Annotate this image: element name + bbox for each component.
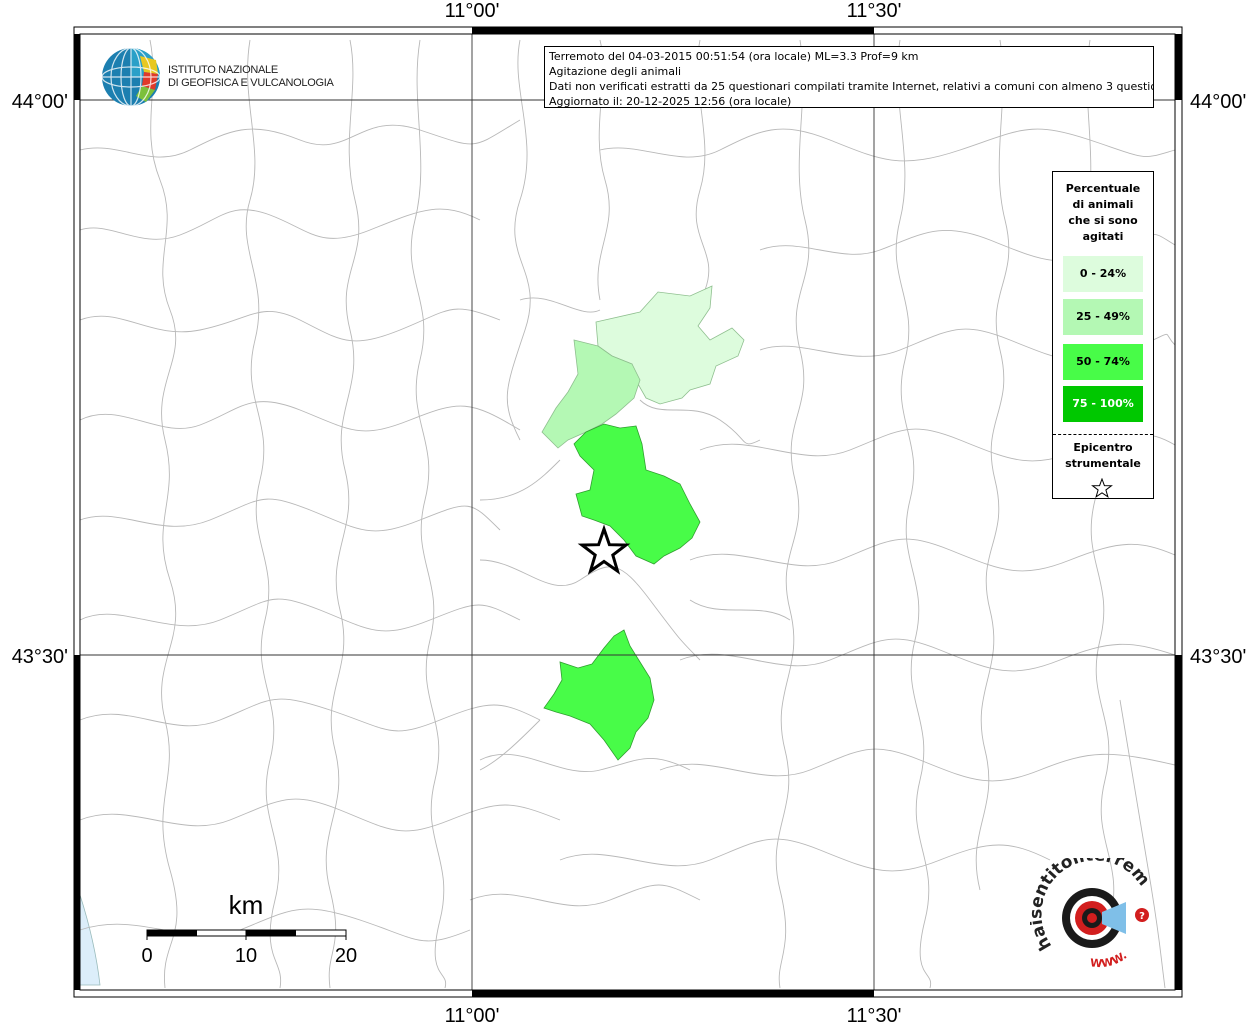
legend-class-75-100: 75 - 100% <box>1063 386 1143 422</box>
lat-label-right-top: 44°00' <box>1190 91 1246 113</box>
map-subject: Agitazione degli animali <box>549 65 682 78</box>
ingv-logo-line1: ISTITUTO NAZIONALE <box>168 64 278 76</box>
legend: Percentuale di animali che si sono agita… <box>1052 171 1154 499</box>
legend-class-50-74: 50 - 74% <box>1063 344 1143 380</box>
globe-icon <box>101 47 161 107</box>
haisentito-www: WWW. <box>1090 949 1130 970</box>
svg-text:?: ? <box>1139 911 1145 922</box>
legend-epicenter-label: Epicentro strumentale <box>1065 441 1141 470</box>
ingv-logo: ISTITUTO NAZIONALE DI GEOFISICA E VULCAN… <box>100 46 334 112</box>
lat-label-left-bottom: 43°30' <box>12 646 68 668</box>
ingv-logo-line2: DI GEOFISICA E VULCANOLOGIA <box>168 77 334 89</box>
lat-label-right-bottom: 43°30' <box>1190 646 1246 668</box>
data-note: Dati non verificati estratti da 25 quest… <box>549 80 1154 93</box>
legend-star-icon <box>1091 478 1113 498</box>
scale-tick-20: 20 <box>335 945 357 967</box>
lon-label-top-left: 11°00' <box>445 0 500 22</box>
lon-label-bottom-left: 11°00' <box>445 1005 500 1024</box>
scale-tick-10: 10 <box>235 945 257 967</box>
event-title: Terremoto del 04-03-2015 00:51:54 (ora l… <box>549 50 919 63</box>
lon-label-top-right: 11°30' <box>847 0 902 22</box>
legend-divider <box>1053 434 1153 435</box>
lon-label-bottom-right: 11°30' <box>847 1005 902 1024</box>
haisentito-logo: haisentitoilterremoto.it WWW. ? <box>1024 843 1170 988</box>
lat-label-left-top: 44°00' <box>12 91 68 113</box>
event-info-box: Terremoto del 04-03-2015 00:51:54 (ora l… <box>544 46 1154 108</box>
update-time: Aggiornato il: 20-12-2025 12:56 (ora loc… <box>549 95 792 108</box>
legend-class-0-24: 0 - 24% <box>1063 256 1143 292</box>
scale-unit: km <box>229 890 264 920</box>
legend-title: Percentuale di animali che si sono agita… <box>1065 182 1141 243</box>
legend-class-25-49: 25 - 49% <box>1063 299 1143 335</box>
scale-tick-0: 0 <box>141 945 152 967</box>
